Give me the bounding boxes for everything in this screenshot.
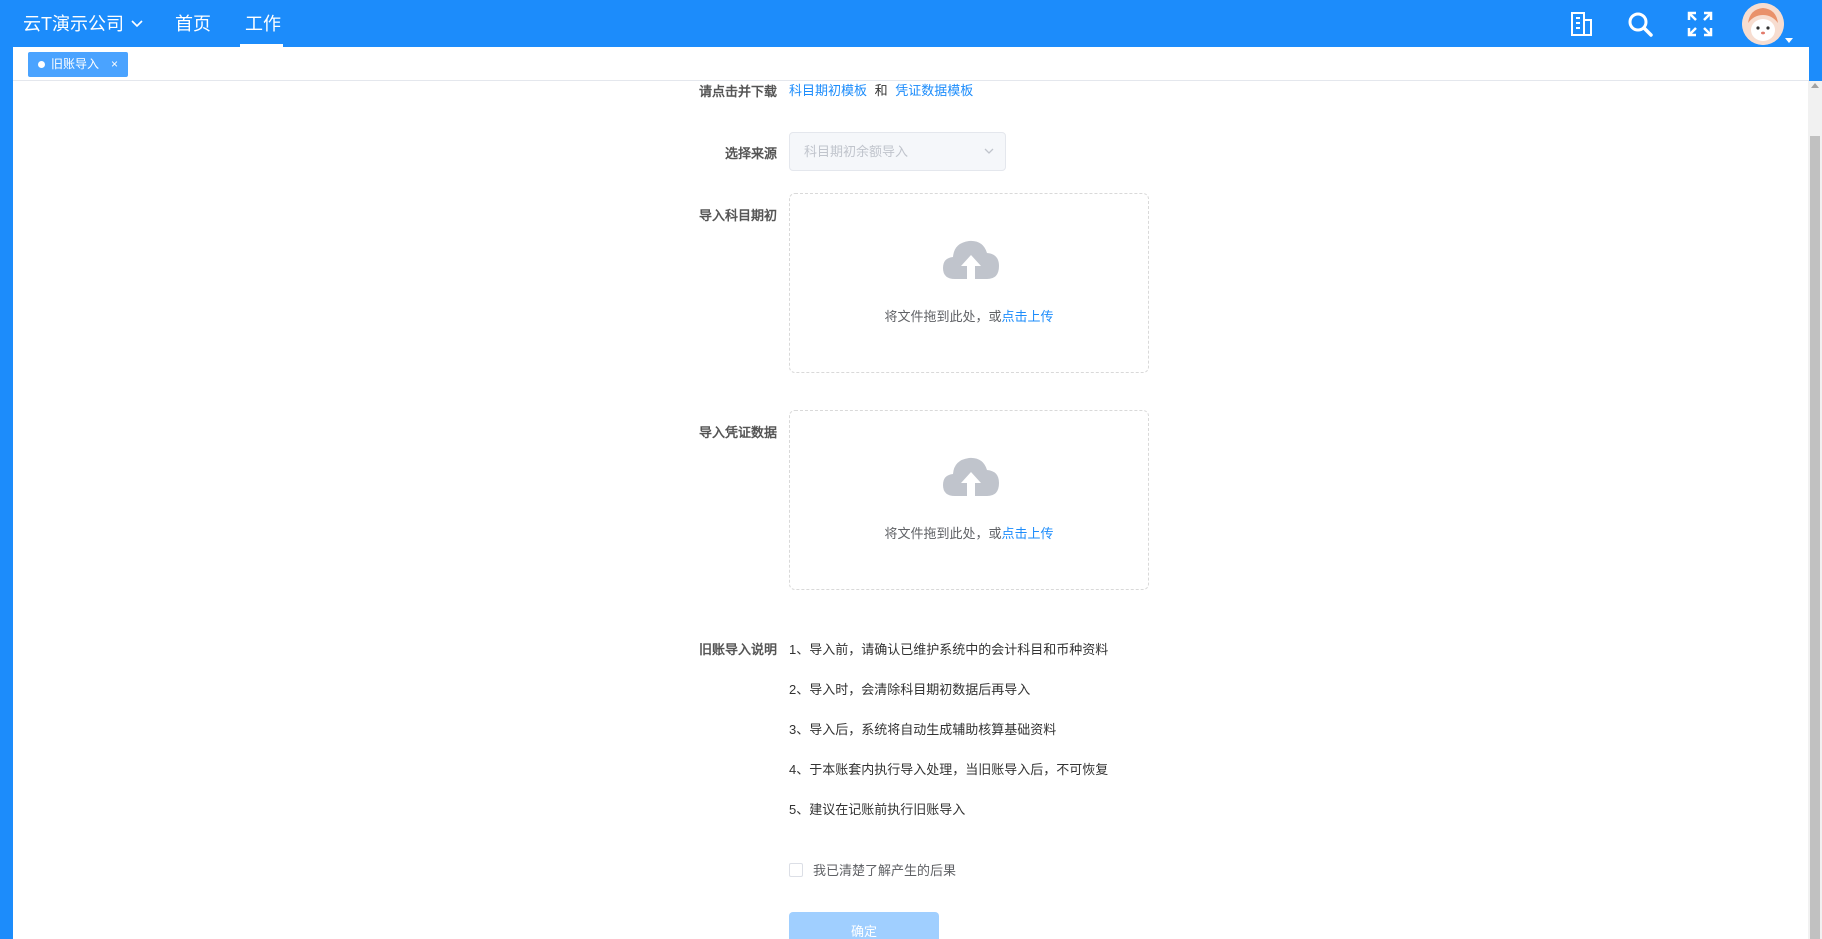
vertical-scrollbar[interactable] — [1808, 81, 1822, 939]
tab-old-account-import[interactable]: 旧账导入 × — [28, 52, 129, 77]
upload-hint-text: 将文件拖到此处，或 — [884, 526, 1002, 541]
instruction-item: 1、导入前，请确认已维护系统中的会计科目和币种资料 — [789, 642, 1109, 657]
opening-template-link[interactable]: 科目期初模板 — [789, 83, 867, 98]
chevron-down-icon — [131, 20, 143, 28]
user-avatar-icon — [1742, 3, 1784, 45]
scroll-up-arrow-icon[interactable] — [1811, 83, 1819, 88]
instruction-item: 4、于本账套内执行导入处理，当旧账导入后，不可恢复 — [789, 762, 1109, 777]
voucher-template-link[interactable]: 凭证数据模板 — [895, 83, 973, 98]
upload-opening-hint: 将文件拖到此处，或点击上传 — [790, 306, 1148, 325]
instruction-item: 3、导入后，系统将自动生成辅助核算基础资料 — [789, 722, 1057, 737]
avatar-dropdown-caret[interactable] — [1785, 38, 1793, 43]
and-text: 和 — [874, 83, 888, 98]
upload-opening-dropzone[interactable]: 将文件拖到此处，或点击上传 — [789, 193, 1149, 373]
tab-bar: 旧账导入 × — [13, 47, 1809, 81]
source-label: 选择来源 — [724, 146, 777, 161]
download-links: 科目期初模板 和 凭证数据模板 — [789, 80, 973, 99]
upload-opening-label: 导入科目期初 — [698, 208, 777, 223]
avatar[interactable] — [1742, 3, 1784, 45]
upload-opening-link[interactable]: 点击上传 — [1002, 309, 1054, 324]
nav-home[interactable]: 首页 — [175, 12, 211, 36]
agree-label: 我已清楚了解产生的后果 — [813, 863, 957, 878]
upload-hint-text: 将文件拖到此处，或 — [884, 309, 1002, 324]
scrollbar-thumb[interactable] — [1810, 136, 1820, 939]
upload-voucher-link[interactable]: 点击上传 — [1002, 526, 1054, 541]
upload-voucher-label: 导入凭证数据 — [698, 425, 777, 440]
agree-checkbox-row[interactable]: 我已清楚了解产生的后果 — [789, 860, 956, 879]
instruction-item: 2、导入时，会清除科目期初数据后再导入 — [789, 682, 1031, 697]
upload-cloud-icon — [943, 240, 999, 279]
search-icon[interactable] — [1626, 10, 1654, 38]
upload-cloud-icon — [943, 457, 999, 496]
source-select-value: 科目期初余额导入 — [804, 144, 909, 159]
company-name: 云T演示公司 — [23, 14, 124, 34]
source-select[interactable]: 科目期初余额导入 — [789, 132, 1006, 171]
instructions-label: 旧账导入说明 — [698, 642, 777, 657]
company-switcher[interactable]: 云T演示公司 — [23, 12, 144, 36]
upload-voucher-hint: 将文件拖到此处，或点击上传 — [790, 523, 1148, 542]
instruction-item: 5、建议在记账前执行旧账导入 — [789, 802, 966, 817]
download-label: 请点击并下载 — [698, 84, 777, 99]
close-icon[interactable]: × — [111, 52, 118, 77]
top-navigation-bar: 云T演示公司 首页 工作 — [0, 0, 1822, 47]
fullscreen-icon[interactable] — [1686, 10, 1714, 38]
chevron-down-icon — [984, 148, 994, 154]
upload-voucher-dropzone[interactable]: 将文件拖到此处，或点击上传 — [789, 410, 1149, 590]
agree-checkbox[interactable] — [789, 862, 803, 877]
tab-active-dot — [38, 61, 45, 68]
building-icon[interactable] — [1567, 10, 1595, 38]
tab-label: 旧账导入 — [51, 57, 100, 71]
nav-work[interactable]: 工作 — [245, 12, 281, 36]
confirm-button[interactable]: 确定 — [789, 912, 939, 939]
